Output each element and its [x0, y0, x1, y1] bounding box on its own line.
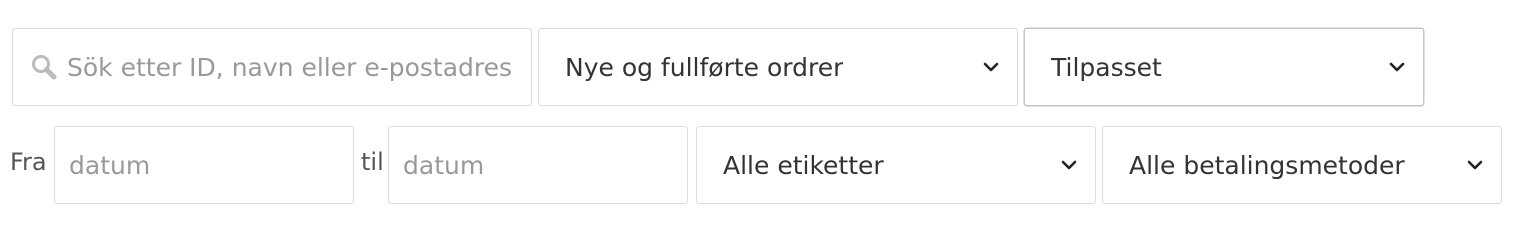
- order-status-select-value: Nye og fullførte ordrer: [565, 52, 844, 82]
- date-from-input[interactable]: datum: [54, 126, 354, 204]
- tag-select[interactable]: Alle etiketter: [696, 126, 1096, 204]
- payment-method-select[interactable]: Alle betalingsmetoder: [1102, 126, 1502, 204]
- date-to-placeholder: datum: [403, 150, 485, 180]
- date-from-label: Fra: [10, 148, 47, 176]
- tag-select-value: Alle etiketter: [723, 150, 884, 180]
- period-select-value: Tilpasset: [1051, 52, 1162, 82]
- chevron-down-icon: [1061, 159, 1077, 171]
- date-to-label: til: [361, 148, 384, 176]
- payment-method-select-value: Alle betalingsmetoder: [1129, 150, 1405, 180]
- chevron-down-icon: [1389, 61, 1405, 73]
- date-from-placeholder: datum: [69, 150, 151, 180]
- search-icon: [29, 52, 59, 82]
- date-to-input[interactable]: datum: [388, 126, 688, 204]
- chevron-down-icon: [1467, 159, 1483, 171]
- order-status-select[interactable]: Nye og fullførte ordrer: [538, 28, 1018, 106]
- chevron-down-icon: [983, 61, 999, 73]
- period-select[interactable]: Tilpasset: [1024, 28, 1424, 106]
- search-input[interactable]: Sök etter ID, navn eller e-postadresse: [12, 28, 532, 106]
- search-placeholder: Sök etter ID, navn eller e-postadresse: [67, 52, 513, 82]
